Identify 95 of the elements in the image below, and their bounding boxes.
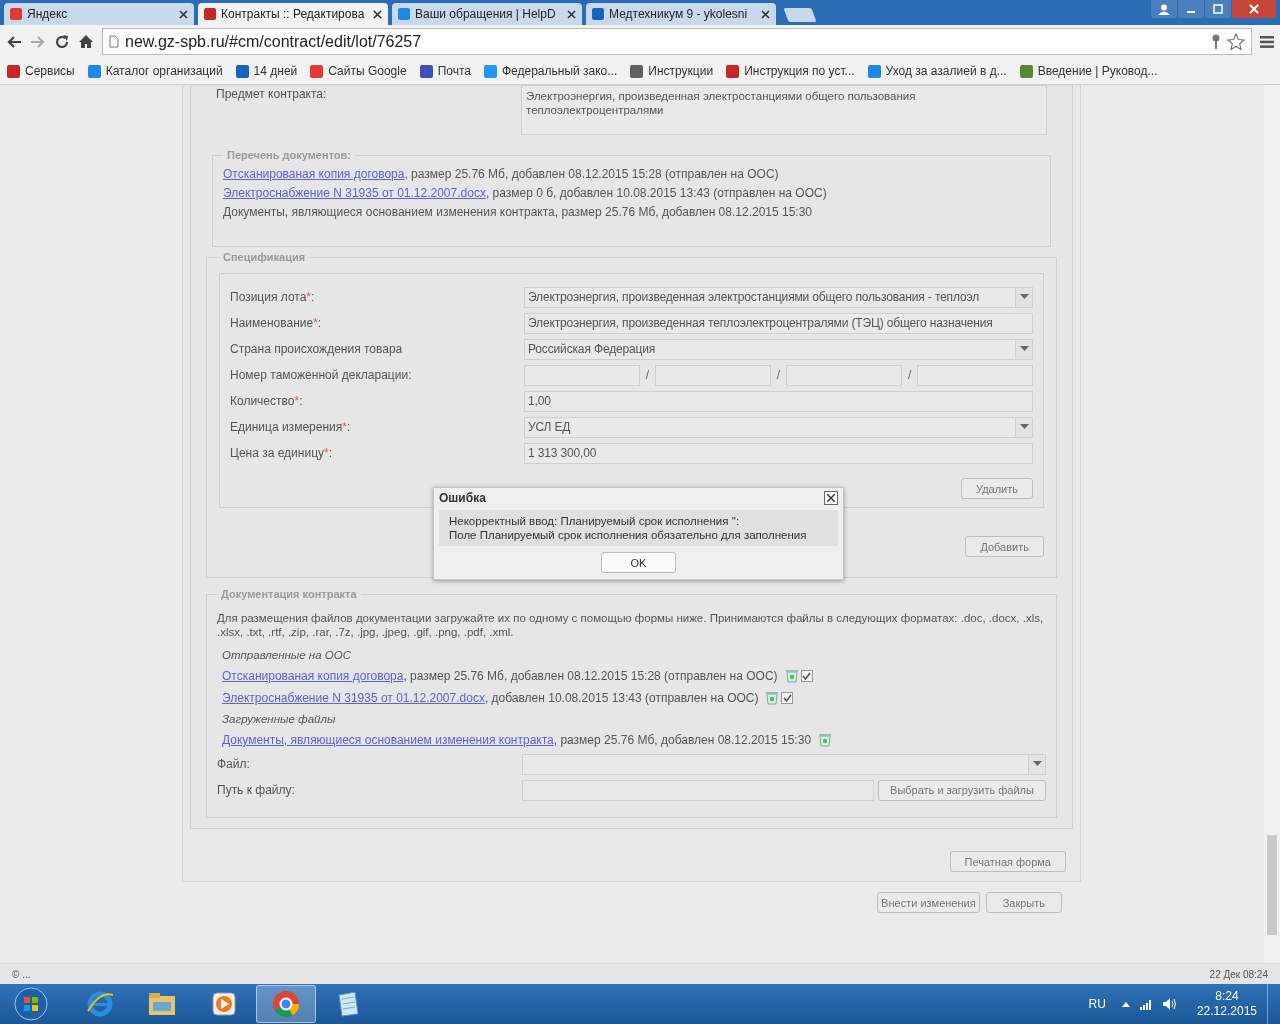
delete-button[interactable]: Удалить bbox=[961, 478, 1033, 499]
separator-text: / bbox=[776, 368, 781, 382]
close-icon[interactable] bbox=[567, 9, 576, 19]
field-label: Цена за единицу*: bbox=[230, 446, 334, 460]
error-message: Некорректный ввод: Планируемый срок исполнения '': Поле Планируемый срок исполнения обязательно для заполнения bbox=[439, 510, 838, 546]
print-button[interactable]: Печатная форма bbox=[949, 851, 1066, 872]
minimize-icon[interactable] bbox=[1178, 0, 1204, 18]
checkbox[interactable] bbox=[781, 692, 794, 704]
bookmark[interactable]: Почта bbox=[419, 64, 471, 78]
instructions-text: Для размещения файлов документации загружайте их по одному с помощью формы ниже. Принимаются файлы в следующих форматах: .doc, .docx, .xls, .xlsx, .txt, .rtf, .zip, .rar, .7z, .jpg, .jpeg, .gif, .png, .pdf, .xml. bbox=[217, 611, 1045, 639]
fieldset-legend: Перечень документов: bbox=[223, 149, 356, 161]
close-icon[interactable] bbox=[179, 9, 188, 19]
bookmark[interactable]: Инструкции bbox=[630, 64, 714, 78]
section-heading: Загруженные файлы bbox=[221, 712, 337, 727]
document-details: , размер 25.76 Мб, добавлен 08.12.2015 15:28 (отправлен на ООС) bbox=[403, 668, 778, 685]
field-label: Предмет контракта: bbox=[216, 86, 328, 103]
browser-tab[interactable]: Медтехникум 9 - ykolesni bbox=[586, 3, 776, 25]
star-icon[interactable] bbox=[1227, 33, 1245, 50]
upload-button[interactable]: Выбрать и загрузить файлы bbox=[878, 779, 1046, 801]
close-icon[interactable] bbox=[373, 9, 382, 19]
volume-icon[interactable] bbox=[1162, 998, 1177, 1010]
document-link[interactable]: Электроснабжение N 31935 от 01.12.2007.docx bbox=[222, 687, 485, 709]
dropdown-field[interactable]: УСЛ ЕД bbox=[524, 416, 1033, 438]
bookmark[interactable]: Уход за азалией в д... bbox=[867, 64, 1007, 78]
field-label: Путь к файлу: bbox=[217, 783, 296, 797]
subject-field[interactable]: Электроэнергия, произведенная электростанциями общего пользования теплоэлектроцентралями bbox=[521, 85, 1047, 135]
bookmark[interactable]: Сайты Google bbox=[310, 64, 407, 78]
favicon-icon bbox=[592, 8, 604, 20]
separator-text: / bbox=[907, 368, 912, 382]
document-link[interactable]: Документы, являющиеся основанием изменения контракта bbox=[222, 729, 554, 751]
bookmark[interactable]: Федеральный зако... bbox=[483, 64, 618, 78]
document-details: Документы, являющиеся основанием изменения контракта, размер 25.76 Мб, добавлен 08.12.2015 15:30 bbox=[223, 204, 813, 221]
input-field[interactable] bbox=[786, 364, 902, 386]
dialog-title: Ошибка bbox=[439, 491, 486, 505]
address-bar[interactable]: new.gz-spb.ru/#cm/contract/edit/lot/76257 bbox=[102, 28, 1252, 55]
user-icon[interactable] bbox=[1151, 0, 1177, 18]
field-label: Позиция лота*: bbox=[230, 290, 316, 304]
status-text: © ... bbox=[12, 968, 31, 980]
document-details: , размер 0 б, добавлен 10.08.2015 13:43 (отправлен на ООС) bbox=[485, 185, 827, 202]
browser-tab[interactable]: Яндекс bbox=[4, 3, 194, 25]
fieldset-legend: Документация контракта bbox=[217, 588, 361, 600]
action-button[interactable]: Внести изменения bbox=[877, 892, 980, 913]
document-details: , размер 25.76 Мб, добавлен 08.12.2015 15:30 bbox=[553, 732, 812, 749]
add-button[interactable]: Добавить bbox=[965, 536, 1044, 557]
section-heading: Отправленные на ООС bbox=[221, 648, 352, 663]
close-icon[interactable] bbox=[761, 9, 770, 19]
dropdown-field[interactable] bbox=[522, 753, 1046, 775]
close-icon[interactable] bbox=[824, 491, 838, 505]
separator-text: / bbox=[645, 368, 650, 382]
page-icon bbox=[109, 35, 119, 48]
home-icon[interactable] bbox=[78, 34, 94, 49]
maximize-icon[interactable] bbox=[1205, 0, 1231, 18]
favicon-icon bbox=[204, 8, 216, 20]
status-date: 22 Дек 08:24 bbox=[1209, 968, 1268, 980]
language-indicator[interactable]: RU bbox=[1088, 997, 1106, 1011]
browser-icon[interactable] bbox=[256, 985, 316, 1023]
input-field[interactable] bbox=[524, 364, 640, 386]
ok-button[interactable]: OK bbox=[601, 552, 676, 573]
back-icon[interactable] bbox=[6, 34, 22, 49]
input-field[interactable]: Электроэнергия, произведенная теплоэлектроцентралями (ТЭЦ) общего назначения bbox=[524, 312, 1033, 334]
new-tab-button[interactable] bbox=[783, 8, 817, 22]
input-field[interactable] bbox=[917, 364, 1034, 386]
file-path-field[interactable] bbox=[522, 779, 874, 801]
field-label: Файл: bbox=[217, 757, 251, 771]
key-icon[interactable] bbox=[1211, 33, 1221, 50]
field-label: Наименование*: bbox=[230, 316, 323, 330]
bookmark[interactable]: 14 дней bbox=[235, 64, 298, 78]
field-label: Номер таможенной декларации: bbox=[230, 368, 413, 382]
fieldset-legend: Спецификация bbox=[219, 251, 310, 263]
browser-tab[interactable]: Ваши обращения | HelpD bbox=[392, 3, 582, 25]
checkbox[interactable] bbox=[800, 670, 813, 682]
document-details: , размер 25.76 Мб, добавлен 08.12.2015 15:28 (отправлен на ООС) bbox=[404, 166, 779, 183]
signal-icon[interactable] bbox=[1139, 998, 1153, 1010]
input-field[interactable]: 1 313 300,00 bbox=[524, 442, 1033, 464]
menu-icon[interactable] bbox=[1260, 35, 1274, 48]
bookmark[interactable]: Сервисы bbox=[7, 64, 75, 78]
reload-icon[interactable] bbox=[54, 33, 70, 50]
input-field[interactable] bbox=[655, 364, 771, 386]
bookmark[interactable]: Инструкция по уст... bbox=[726, 64, 855, 78]
bookmark[interactable]: Введение | Руковод... bbox=[1019, 64, 1158, 78]
caret-icon[interactable] bbox=[1121, 1001, 1130, 1007]
field-label: Страна происхождения товара bbox=[230, 342, 404, 356]
dropdown-field[interactable]: Электроэнергия, произведенная электростанциями общего пользования - теплоэл bbox=[524, 286, 1033, 308]
clock[interactable]: 8:24 22.12.2015 bbox=[1196, 989, 1257, 1019]
input-field[interactable]: 1,00 bbox=[524, 390, 1033, 412]
favicon-icon bbox=[10, 8, 22, 20]
field-label: Единица измерения*: bbox=[230, 420, 352, 434]
bookmark[interactable]: Каталог организаций bbox=[87, 64, 223, 78]
browser-tab[interactable]: Контракты :: Редактирова bbox=[198, 3, 388, 25]
action-button[interactable]: Закрыть bbox=[985, 892, 1062, 913]
field-label: Количество*: bbox=[230, 394, 304, 408]
document-details: , добавлен 10.08.2015 13:43 (отправлен на ООС) bbox=[484, 690, 759, 707]
document-link[interactable]: Электроснабжение N 31935 от 01.12.2007.docx bbox=[223, 184, 486, 203]
dropdown-field[interactable]: Российская Федерация bbox=[524, 338, 1033, 360]
favicon-icon bbox=[398, 8, 410, 20]
